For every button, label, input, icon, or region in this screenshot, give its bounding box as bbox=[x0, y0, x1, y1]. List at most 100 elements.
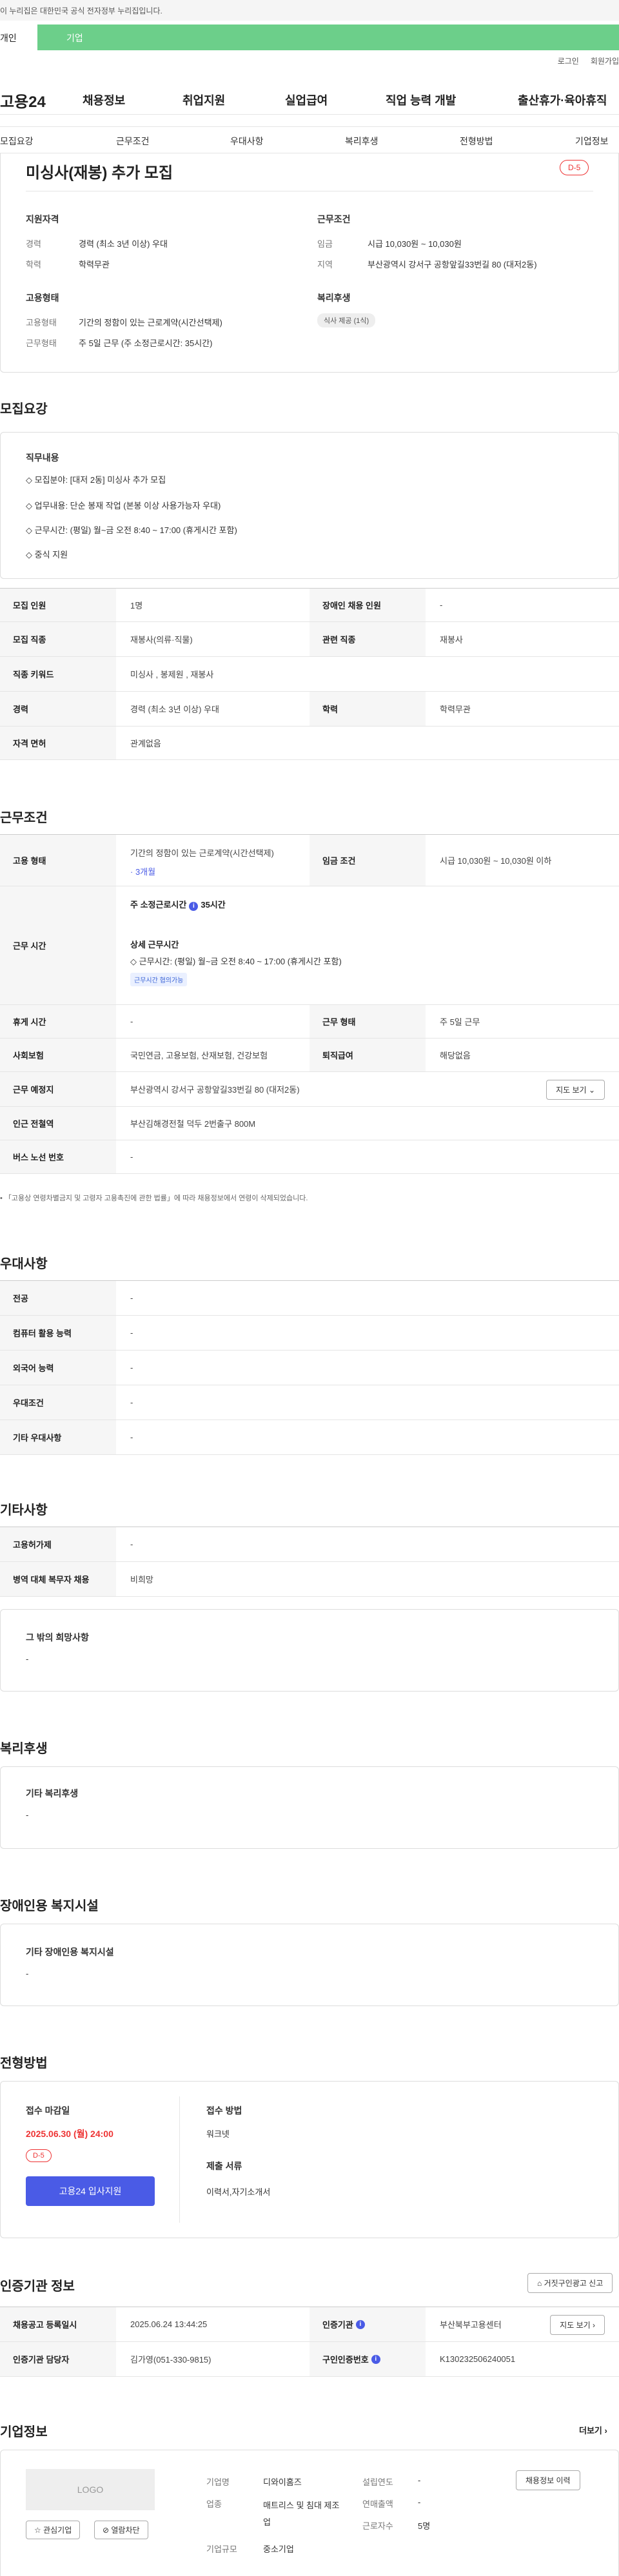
cell-value: 관계없음 bbox=[130, 739, 161, 748]
pref-table: 전공 - 컴퓨터 활용 능력 - 외국어 능력 - 우대조건 - 기타 우대사항 - bbox=[0, 1280, 619, 1455]
org-label-text: 인증기관 bbox=[322, 2320, 353, 2330]
map-button[interactable]: 지도 보기 ⌄ bbox=[546, 1080, 605, 1100]
table-row: 모집 직종 재봉사(의류·직물) 관련 직종 재봉사 bbox=[0, 622, 619, 657]
cell-value: 시급 10,030원 ~ 10,030원 이하 bbox=[440, 856, 552, 866]
block-label: 열람차단 bbox=[111, 2526, 140, 2535]
method-value: 워크넷 bbox=[206, 2129, 230, 2139]
wish-value: - bbox=[26, 1654, 29, 1664]
login-link[interactable]: 로그인 bbox=[558, 57, 579, 66]
subnav-item[interactable]: 복리후생 bbox=[345, 135, 378, 148]
subnav-item[interactable]: 모집요강 bbox=[0, 135, 34, 148]
recruit-heading: 모집요강 bbox=[0, 402, 48, 416]
form-period: · 3개월 bbox=[130, 867, 156, 877]
form-label: 고용형태 bbox=[26, 318, 57, 327]
cell-value: - bbox=[440, 600, 443, 610]
time-chip: 근무시간 협의가능 bbox=[130, 973, 188, 986]
gnb-item[interactable]: 채용정보 bbox=[83, 92, 125, 108]
gnb-item[interactable]: 실업급여 bbox=[285, 92, 328, 108]
block-button[interactable]: ⊘ 열람차단 bbox=[94, 2521, 148, 2539]
chevron-right-icon: › bbox=[604, 2426, 607, 2435]
company-logo: LOGO bbox=[26, 2469, 155, 2510]
emp-label: 근로자수 bbox=[362, 2521, 393, 2531]
emp-value: 5명 bbox=[418, 2521, 431, 2531]
work-table: 고용 형태 기간의 정함이 있는 근로계약(시간선택제) · 3개월 임금 조건 … bbox=[0, 834, 619, 1182]
table-row: 병역 대체 복무자 채용 비희망 bbox=[0, 1562, 619, 1597]
cell-value: 학력무관 bbox=[440, 705, 471, 714]
cell-label: 병역 대체 복무자 채용 bbox=[0, 1562, 116, 1596]
apply-button[interactable]: 고용24 입사지원 bbox=[26, 2176, 155, 2206]
more-link[interactable]: 더보기 › bbox=[579, 2424, 607, 2436]
section-nav: 모집요강 근무조건 우대사항 복리후생 전형방법 기업정보 bbox=[0, 126, 619, 153]
cell-value: 부산김해경전철 덕두 2번출구 800M bbox=[130, 1119, 256, 1129]
cell-label: 외국어 능력 bbox=[0, 1351, 116, 1385]
report-button[interactable]: ⌂ 거짓구인광고 신고 bbox=[527, 2273, 613, 2293]
etc-heading: 기타사항 bbox=[0, 1503, 48, 1517]
map-button-label: 지도 보기 bbox=[556, 1086, 587, 1095]
cell-value: 경력 (최소 3년 이상) 우대 bbox=[130, 705, 219, 714]
docs-heading: 제출 서류 bbox=[206, 2161, 242, 2171]
table-row: 사회보험 국민연금, 고용보험, 산재보험, 건강보험 퇴직급여 해당없음 bbox=[0, 1039, 619, 1072]
gnb-item[interactable]: 취업지원 bbox=[182, 92, 225, 108]
subnav-item[interactable]: 기업정보 bbox=[575, 135, 609, 148]
cell-label: 모집 인원 bbox=[0, 589, 116, 621]
age-note-text: 「고용상 연령차별금지 및 고령자 고용촉진에 관한 법률」에 따라 채용정보에… bbox=[4, 1195, 308, 1202]
cell-value: 미싱사 , 봉제원 , 재봉사 bbox=[130, 670, 214, 679]
edu-label: 학력 bbox=[26, 260, 41, 269]
est-label: 설립연도 bbox=[362, 2477, 393, 2487]
cell-value: - bbox=[130, 1017, 133, 1026]
region-value: 부산광역시 강서구 공항앞길33번길 80 (대저2동) bbox=[368, 260, 537, 269]
site-logo[interactable]: 고용24 bbox=[0, 89, 46, 112]
report-button-label: 거짓구인광고 신고 bbox=[544, 2279, 604, 2288]
cell-value: 부산광역시 강서구 공항앞길33번길 80 (대저2동) bbox=[130, 1085, 300, 1095]
cell-label: 임금 조건 bbox=[310, 835, 426, 886]
info-icon[interactable]: i bbox=[371, 2354, 380, 2364]
tab-personal[interactable]: 개인 bbox=[0, 24, 37, 50]
table-row: 고용허가제 - bbox=[0, 1527, 619, 1562]
divider bbox=[179, 2096, 180, 2223]
fav-button[interactable]: ☆ 관심기업 bbox=[26, 2521, 81, 2539]
fav-label: 관심기업 bbox=[43, 2526, 72, 2535]
deadline-value: 2025.06.30 (월) 24:00 bbox=[26, 2129, 113, 2139]
agency-map-button[interactable]: 지도 보기 › bbox=[550, 2315, 605, 2335]
cell-value: 주 5일 근무 bbox=[440, 1017, 480, 1027]
job-title: 미싱사(재봉) 추가 모집 bbox=[26, 164, 173, 182]
cell-label: 휴게 시간 bbox=[0, 1005, 116, 1038]
est-value: - bbox=[418, 2475, 421, 2485]
welfare-heading: 복리후생 bbox=[317, 293, 351, 303]
size-value: 중소기업 bbox=[263, 2544, 294, 2554]
subnav-item[interactable]: 근무조건 bbox=[116, 135, 150, 148]
gov-banner-text: 이 누리집은 대한민국 공식 전자정부 누리집입니다. bbox=[0, 6, 162, 15]
cell-label: 우대조건 bbox=[0, 1385, 116, 1420]
sales-value: - bbox=[418, 2497, 421, 2507]
welfare-box-value: - bbox=[26, 1810, 29, 1820]
cell-label: 구인인증번호 i bbox=[310, 2342, 426, 2376]
join-link[interactable]: 회원가입 bbox=[591, 57, 619, 66]
cell-value: - bbox=[130, 1398, 133, 1407]
star-icon: ☆ bbox=[34, 2526, 44, 2535]
chevron-down-icon: ⌄ bbox=[588, 1086, 595, 1095]
type-label: 근무형태 bbox=[26, 338, 57, 348]
table-row: 외국어 능력 - bbox=[0, 1351, 619, 1385]
gnb-item[interactable]: 출산휴가·육아휴직 bbox=[518, 92, 607, 108]
info-icon[interactable]: i bbox=[189, 902, 199, 911]
cell-value: 기간의 정함이 있는 근로계약(시간선택제) · 3개월 bbox=[130, 846, 274, 877]
history-button[interactable]: 채용정보 이력 bbox=[516, 2470, 580, 2490]
career-value: 경력 (최소 3년 이상) 우대 bbox=[79, 239, 168, 249]
gov-banner: 이 누리집은 대한민국 공식 전자정부 누리집입니다. bbox=[0, 0, 619, 21]
form-value: 기간의 정함이 있는 근로계약(시간선택제) bbox=[79, 318, 222, 327]
no-label-text: 구인인증번호 bbox=[322, 2355, 369, 2365]
subnav-item[interactable]: 우대사항 bbox=[230, 135, 264, 148]
detail-heading: 상세 근무시간 bbox=[130, 940, 179, 950]
more-label: 더보기 bbox=[579, 2426, 602, 2435]
wage-value: 시급 10,030원 ~ 10,030원 bbox=[368, 239, 462, 249]
gnb-item[interactable]: 직업 능력 개발 bbox=[386, 92, 456, 108]
cell-label: 퇴직급여 bbox=[310, 1039, 426, 1071]
tab-company[interactable]: 기업 bbox=[37, 24, 619, 50]
info-icon[interactable]: i bbox=[355, 2319, 365, 2329]
table-row: 직종 키워드 미싱사 , 봉제원 , 재봉사 bbox=[0, 657, 619, 692]
duty-line: ◇ 근무시간: (평일) 월~금 오전 8:40 ~ 17:00 (휴게시간 포… bbox=[26, 525, 237, 535]
industry-value: 매트리스 및 침대 제조업 bbox=[263, 2501, 340, 2527]
docs-value: 이력서,자기소개서 bbox=[206, 2187, 271, 2197]
name-label: 기업명 bbox=[206, 2477, 230, 2487]
subnav-item[interactable]: 전형방법 bbox=[460, 135, 493, 148]
